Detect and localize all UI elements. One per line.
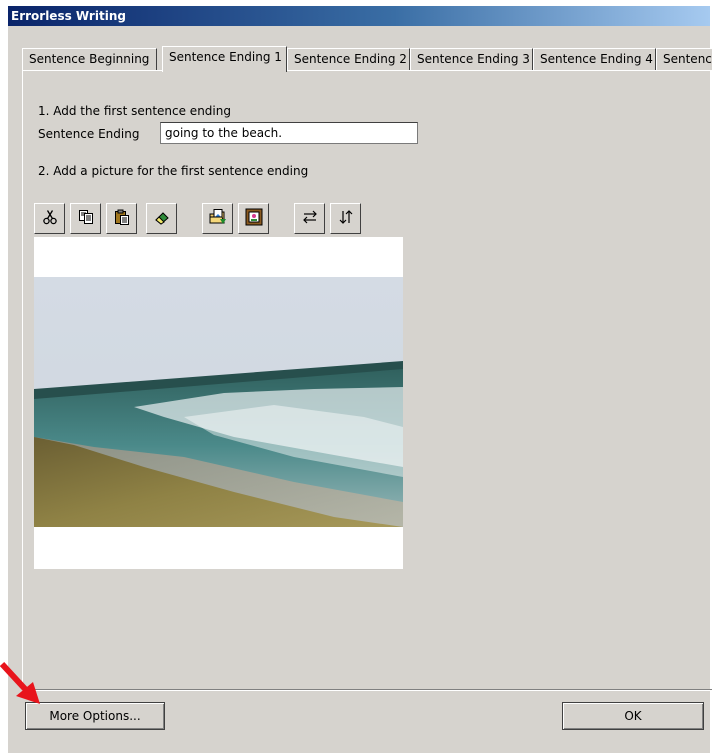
footer-separator — [22, 689, 712, 691]
open-picture-button[interactable] — [202, 203, 233, 234]
tab-sentence-ending-4[interactable]: Sentence Ending 4 — [533, 48, 656, 70]
step1-heading: 1. Add the first sentence ending — [38, 104, 231, 118]
scissors-icon — [42, 209, 58, 228]
sentence-ending-label: Sentence Ending — [38, 127, 140, 141]
paste-icon — [114, 209, 130, 228]
flip-vertical-button[interactable] — [330, 203, 361, 234]
tab-strip: Sentence Beginning Sentence Ending 1 Sen… — [22, 46, 712, 72]
window-title: Errorless Writing — [8, 6, 710, 26]
tab-sentence-ending-5[interactable]: Sentenc — [656, 48, 712, 70]
paste-button[interactable] — [106, 203, 137, 234]
step2-heading: 2. Add a picture for the first sentence … — [38, 164, 309, 178]
tab-sentence-beginning[interactable]: Sentence Beginning — [22, 48, 157, 70]
picture-frame-button[interactable] — [238, 203, 269, 234]
clear-button[interactable] — [146, 203, 177, 234]
tab-sentence-ending-1[interactable]: Sentence Ending 1 — [162, 46, 287, 72]
flip-vertical-icon — [338, 209, 354, 228]
cut-button[interactable] — [34, 203, 65, 234]
picture-area[interactable] — [34, 237, 403, 569]
picture-frame-icon — [245, 208, 263, 229]
eraser-icon — [154, 209, 170, 228]
sentence-ending-input[interactable] — [160, 122, 418, 144]
tab-sentence-ending-3[interactable]: Sentence Ending 3 — [410, 48, 533, 70]
copy-icon — [78, 209, 94, 228]
flip-horizontal-button[interactable] — [294, 203, 325, 234]
flip-horizontal-icon — [302, 209, 318, 228]
red-arrow-icon — [0, 661, 40, 704]
open-picture-icon — [209, 208, 227, 229]
copy-button[interactable] — [70, 203, 101, 234]
tab-sentence-ending-2[interactable]: Sentence Ending 2 — [287, 48, 410, 70]
ok-button[interactable]: OK — [562, 702, 704, 730]
beach-photo — [34, 277, 403, 527]
